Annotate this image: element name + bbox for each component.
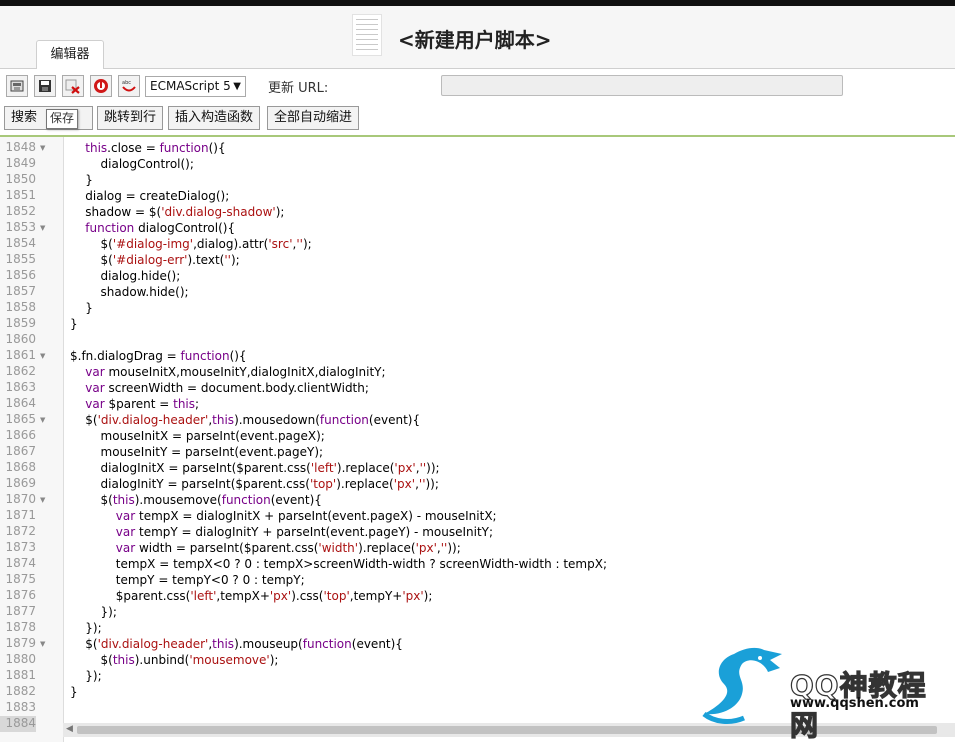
code-line: var width = parseInt($parent.css('width'… <box>115 541 461 555</box>
code-line: var tempX = dialogInitX + parseInt(event… <box>115 509 497 523</box>
line-number: 1857 <box>5 284 36 298</box>
language-select[interactable]: ECMAScript 5 ▼ <box>145 76 246 97</box>
line-number: 1865 <box>5 412 36 426</box>
line-number: 1883 <box>5 700 36 714</box>
code-line: function dialogControl(){ <box>85 221 236 235</box>
line-number: 1869 <box>5 476 36 490</box>
fold-arrow-icon[interactable]: ▼ <box>40 224 45 232</box>
line-number: 1852 <box>5 204 36 218</box>
code-line: var tempY = dialogInitY + parseInt(event… <box>115 525 494 539</box>
fold-arrow-icon[interactable]: ▼ <box>40 416 45 424</box>
line-number: 1879 <box>5 636 36 650</box>
line-number: 1860 <box>5 332 36 346</box>
line-number: 1867 <box>5 444 36 458</box>
line-number: 1871 <box>5 508 36 522</box>
line-number: 1878 <box>5 620 36 634</box>
line-number: 1877 <box>5 604 36 618</box>
code-line: tempY = tempY<0 ? 0 : tempY; <box>70 573 305 587</box>
code-line: } <box>70 173 93 187</box>
save-tooltip: 保存 <box>46 109 79 129</box>
line-number: 1848 <box>5 140 36 154</box>
line-number: 1855 <box>5 252 36 266</box>
line-number: 1884 <box>5 716 36 730</box>
line-number: 1866 <box>5 428 36 442</box>
code-line: }); <box>70 605 117 619</box>
page-title: <新建用户脚本> <box>398 28 552 52</box>
line-number: 1850 <box>5 172 36 186</box>
line-number: 1870 <box>5 492 36 506</box>
update-url-label: 更新 URL: <box>268 81 329 96</box>
svg-text:abc: abc <box>122 80 131 86</box>
script-icon <box>352 14 382 56</box>
code-line: dialog = createDialog(); <box>70 189 230 203</box>
fold-arrow-icon[interactable]: ▼ <box>40 144 45 152</box>
code-line: shadow.hide(); <box>70 285 189 299</box>
code-line: $.fn.dialogDrag = function(){ <box>70 349 247 363</box>
code-line: shadow = $('div.dialog-shadow'); <box>70 205 285 219</box>
code-line: } <box>70 685 78 699</box>
code-line: dialog.hide(); <box>70 269 181 283</box>
code-line: dialogControl(); <box>70 157 194 171</box>
spellcheck-icon[interactable]: abc <box>118 75 140 97</box>
code-line: $('#dialog-img',dialog).attr('src',''); <box>70 237 312 251</box>
code-line: mouseInitX = parseInt(event.pageX); <box>70 429 325 443</box>
chevron-down-icon: ▼ <box>233 81 241 92</box>
code-line: $(this).mousemove(function(event){ <box>70 493 322 507</box>
code-line: var screenWidth = document.body.clientWi… <box>85 381 369 395</box>
language-value: ECMAScript 5 <box>150 79 231 93</box>
code-line: $(this).unbind('mousemove'); <box>70 653 279 667</box>
line-number: 1880 <box>5 652 36 666</box>
line-number: 1859 <box>5 316 36 330</box>
insert-constructor-button[interactable]: 插入构造函数 <box>168 106 261 130</box>
auto-indent-all-button[interactable]: 全部自动缩进 <box>267 106 360 130</box>
fold-arrow-icon[interactable]: ▼ <box>40 496 45 504</box>
code-line: }); <box>70 621 102 635</box>
line-number: 1872 <box>5 524 36 538</box>
line-number: 1875 <box>5 572 36 586</box>
line-gutter: 1848 ▼ 1849 1850 1851 1852 1853 ▼ 1854 1855 1856 18… <box>0 137 64 742</box>
save-icon[interactable] <box>34 75 56 97</box>
code-line: var mouseInitX,mouseInitY,dialogInitX,di… <box>85 365 386 379</box>
line-number: 1851 <box>5 188 36 202</box>
line-number: 1864 <box>5 396 36 410</box>
fold-arrow-icon[interactable]: ▼ <box>40 352 45 360</box>
line-number: 1868 <box>5 460 36 474</box>
code-line: $('#dialog-err').text(''); <box>70 253 240 267</box>
watermark-url: www.qqshen.com <box>790 696 919 711</box>
line-number: 1861 <box>5 348 36 362</box>
code-line: } <box>70 317 78 331</box>
line-number: 1856 <box>5 268 36 282</box>
line-number: 1874 <box>5 556 36 570</box>
code-line: $('div.dialog-header',this).mousedown(fu… <box>70 413 421 427</box>
line-number: 1862 <box>5 364 36 378</box>
header: <新建用户脚本> <box>0 6 955 69</box>
code-line: $('div.dialog-header',this).mouseup(func… <box>70 637 403 651</box>
reload-icon[interactable] <box>6 75 28 97</box>
line-number: 1854 <box>5 236 36 250</box>
line-number: 1863 <box>5 380 36 394</box>
fold-arrow-icon[interactable]: ▼ <box>40 640 45 648</box>
goto-line-button[interactable]: 跳转到行 <box>97 106 164 130</box>
code-line: $parent.css('left',tempX+'px').css('top'… <box>70 589 433 603</box>
code-line: dialogInitY = parseInt($parent.css('top'… <box>70 477 439 491</box>
scroll-left-icon[interactable]: ◀ <box>66 724 73 734</box>
line-number: 1853 <box>5 220 36 234</box>
code-line: dialogInitX = parseInt($parent.css('left… <box>70 461 440 475</box>
code-line: var $parent = this; <box>85 397 200 411</box>
code-line: this.close = function(){ <box>85 141 226 155</box>
close-editor-icon[interactable] <box>62 75 84 97</box>
code-line: tempX = tempX<0 ? 0 : tempX>screenWidth-… <box>70 557 607 571</box>
code-line: } <box>70 301 93 315</box>
line-number: 1881 <box>5 668 36 682</box>
line-number: 1873 <box>5 540 36 554</box>
line-number: 1858 <box>5 300 36 314</box>
tab-editor[interactable]: 编辑器 <box>36 40 104 70</box>
code-line: mouseInitY = parseInt(event.pageY); <box>70 445 324 459</box>
line-number: 1849 <box>5 156 36 170</box>
lint-icon[interactable] <box>90 75 112 97</box>
line-number: 1882 <box>5 684 36 698</box>
update-url-input[interactable] <box>441 75 843 96</box>
code-line: }); <box>70 669 102 683</box>
line-number: 1876 <box>5 588 36 602</box>
